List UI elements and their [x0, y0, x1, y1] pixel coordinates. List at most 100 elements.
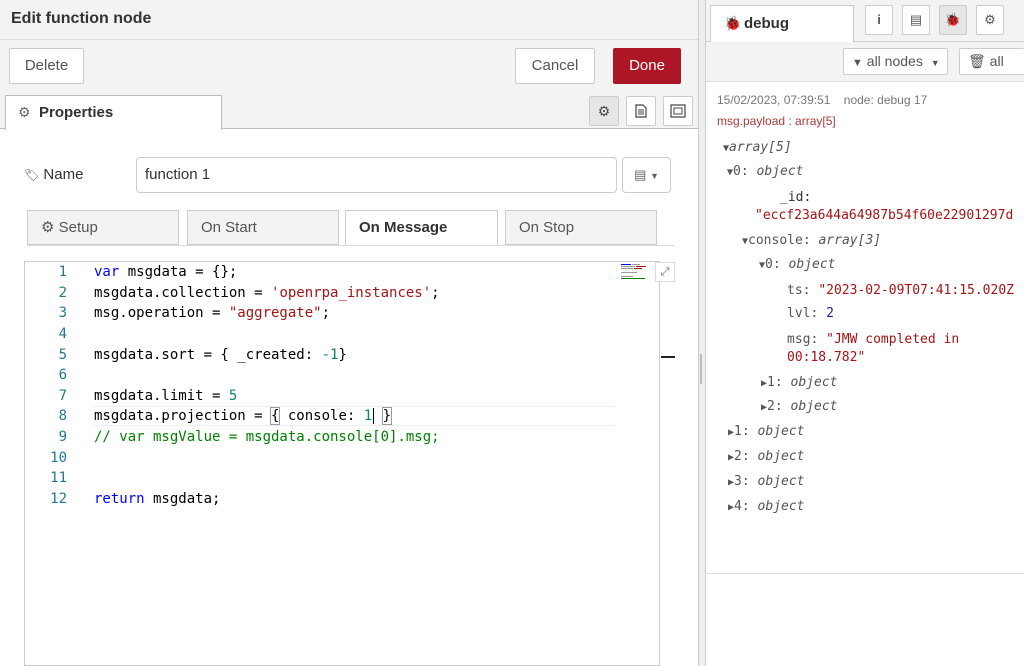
tree-lvl: lvl: 2 — [787, 306, 834, 321]
name-label: 🏷 Name — [24, 166, 83, 183]
tree-key: ts: — [787, 283, 811, 298]
tree-value: "2023-02-09T07:41:15.020Z — [818, 283, 1014, 298]
tree-type: object — [790, 399, 838, 414]
tab-properties-label: Properties — [39, 104, 114, 121]
tree-type: object — [790, 375, 838, 390]
tree-key: 0: — [733, 164, 749, 179]
message-divider — [706, 573, 1024, 574]
tree-key: 0: — [765, 257, 781, 272]
tree-msg: msg: "JMW completed in — [787, 332, 959, 347]
line-number: 10 — [50, 450, 67, 466]
code-line: msgdata.projection = { console: 1 } — [94, 407, 393, 425]
editor-minimap[interactable] — [621, 264, 651, 280]
filter-label: all nodes — [866, 53, 923, 69]
subtab-on-start[interactable]: On Start — [187, 210, 339, 245]
tree-type: object — [757, 474, 805, 489]
line-number: 7 — [58, 388, 67, 404]
tree-key: 3: — [734, 474, 750, 489]
tree-value: 2 — [826, 306, 834, 321]
code-line: msgdata.sort = { _created: -1} — [94, 347, 347, 363]
tree-ts: ts: "2023-02-09T07:41:15.020Z — [787, 283, 1014, 298]
filter-icon: ▼ — [852, 57, 863, 69]
cancel-button[interactable]: Cancel — [515, 48, 595, 84]
message-node: node: debug 17 — [843, 93, 928, 107]
expand-icon[interactable]: ⤢ — [655, 262, 675, 282]
line-number: 1 — [58, 264, 67, 280]
line-number: 3 — [58, 305, 67, 321]
subtab-on-message[interactable]: On Message — [345, 210, 498, 246]
debug-bug-icon[interactable]: 🐞 — [939, 5, 967, 35]
tag-icon: 🏷 — [24, 168, 40, 182]
tree-msg-cont: 00:18.782" — [787, 350, 866, 365]
subtab-setup[interactable]: ⚙ Setup — [27, 210, 179, 245]
message-meta: 15/02/2023, 07:39:51 node: debug 17 — [717, 93, 927, 107]
line-number: 5 — [58, 347, 67, 363]
tree-key: 4: — [734, 499, 750, 514]
tree-key-id: _id: — [780, 190, 812, 205]
trash-icon: 🗑 — [968, 53, 986, 69]
subtab-divider — [27, 245, 674, 246]
code-line: msgdata.limit = 5 — [94, 388, 238, 404]
tree-type: object — [788, 257, 836, 272]
tree-key: msg: — [787, 332, 819, 347]
tree-key: lvl: — [787, 306, 819, 321]
code-line: msg.operation = "aggregate"; — [94, 305, 331, 321]
name-input[interactable]: function 1 — [136, 157, 617, 193]
book-icon: ▤ — [634, 167, 647, 182]
caret-down-icon: ▼ — [930, 58, 940, 68]
line-number: 12 — [50, 491, 67, 507]
tree-item-3[interactable]: ▶3: object — [728, 474, 804, 489]
tree-item-4[interactable]: ▶4: object — [728, 499, 804, 514]
bug-icon: 🐞 — [724, 15, 742, 31]
code-line: // var msgValue = msgdata.console[0].msg… — [94, 429, 440, 445]
tree-console-0[interactable]: ▼0: object — [759, 257, 835, 272]
tree-key: 1: — [734, 424, 750, 439]
scrollbar-marker — [661, 356, 675, 358]
done-button[interactable]: Done — [613, 48, 681, 84]
tree-console-1[interactable]: ▶1: object — [761, 375, 837, 390]
tree-value: "JMW completed in — [826, 332, 960, 347]
tree-console-2[interactable]: ▶2: object — [761, 399, 837, 414]
tree-console[interactable]: ▼console: array[3] — [742, 233, 881, 248]
tree-item-0[interactable]: ▼0: object — [727, 164, 803, 179]
clear-messages-button[interactable]: 🗑 all — [959, 48, 1024, 75]
subtab-setup-label: Setup — [58, 219, 98, 236]
node-settings-gear-icon[interactable]: ⚙ — [589, 96, 619, 126]
tree-root[interactable]: ▼array[5] — [723, 140, 792, 155]
code-editor[interactable]: 1 2 3 4 5 6 7 8 9 10 11 12 var msgdata =… — [24, 261, 675, 666]
tree-key: 2: — [734, 449, 750, 464]
description-icon[interactable] — [626, 96, 656, 126]
help-book-icon[interactable]: ▤ — [902, 5, 930, 35]
tree-item-2[interactable]: ▶2: object — [728, 449, 804, 464]
info-icon[interactable]: i — [865, 5, 893, 35]
appearance-icon[interactable] — [663, 96, 693, 126]
tree-key: console: — [748, 233, 811, 248]
tab-debug-label: debug — [744, 15, 789, 32]
filter-nodes-dropdown[interactable]: ▼ all nodes ▼ — [843, 48, 948, 75]
tree-type: array[5] — [729, 140, 792, 155]
name-label-text: Name — [43, 166, 84, 183]
code-line: return msgdata; — [94, 491, 221, 507]
code-line: msgdata.collection = 'openrpa_instances'… — [94, 285, 440, 301]
subtab-on-stop[interactable]: On Stop — [505, 210, 657, 245]
tab-debug[interactable]: 🐞 debug — [710, 5, 854, 43]
delete-button[interactable]: Delete — [9, 48, 84, 84]
line-number: 4 — [58, 326, 67, 342]
clear-label: all — [989, 53, 1004, 69]
config-gear-icon[interactable]: ⚙ — [976, 5, 1004, 35]
sidebar-splitter[interactable] — [698, 0, 706, 666]
tray-title: Edit function node — [11, 10, 152, 27]
tree-key: 1: — [767, 375, 783, 390]
line-number: 8 — [58, 408, 67, 424]
tree-key: 2: — [767, 399, 783, 414]
code-line: var msgdata = {}; — [94, 264, 238, 280]
tab-properties[interactable]: ⚙ Properties — [5, 95, 222, 130]
icon-select-button[interactable]: ▤ ▼ — [622, 157, 671, 193]
tree-item-1[interactable]: ▶1: object — [728, 424, 804, 439]
message-timestamp: 15/02/2023, 07:39:51 — [717, 93, 831, 107]
message-topic: msg.payload : array[5] — [717, 114, 836, 128]
splitter-grip[interactable] — [700, 354, 702, 384]
line-number: 2 — [58, 285, 67, 301]
caret-down-icon: ▼ — [650, 171, 659, 181]
tree-type: object — [756, 164, 804, 179]
